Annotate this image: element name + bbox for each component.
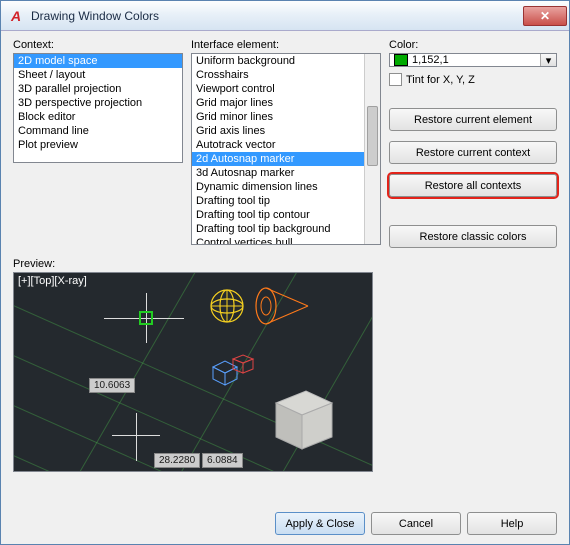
content-area: Context: 2D model space Sheet / layout 3… [1, 31, 569, 545]
tint-checkbox-row[interactable]: Tint for X, Y, Z [389, 73, 557, 86]
dimension-value: 28.2280 [154, 453, 200, 468]
button-label: Restore current context [416, 147, 530, 159]
button-label: Restore all contexts [425, 180, 522, 192]
cancel-button[interactable]: Cancel [371, 512, 461, 535]
dialog-footer: Apply & Close Cancel Help [275, 512, 557, 535]
wireframe-sphere-icon [209, 288, 245, 324]
list-item[interactable]: Grid major lines [192, 96, 380, 110]
list-item[interactable]: 3D parallel projection [14, 82, 182, 96]
tint-checkbox[interactable] [389, 73, 402, 86]
list-item[interactable]: 3D perspective projection [14, 96, 182, 110]
button-label: Restore classic colors [420, 231, 527, 243]
wireframe-boxes-icon [209, 353, 259, 389]
crosshair [136, 413, 137, 461]
list-item[interactable]: Control vertices hull [192, 236, 380, 245]
chevron-down-icon[interactable]: ▾ [540, 54, 556, 66]
dimension-value: 10.6063 [89, 378, 135, 393]
scrollbar-thumb[interactable] [367, 106, 378, 166]
tint-label: Tint for X, Y, Z [406, 74, 475, 86]
context-listbox[interactable]: 2D model space Sheet / layout 3D paralle… [13, 53, 183, 163]
preview-label: Preview: [13, 258, 557, 270]
list-item[interactable]: Sheet / layout [14, 68, 182, 82]
solid-cube-icon [266, 381, 336, 451]
color-dropdown[interactable]: 1,152,1 ▾ [389, 53, 557, 67]
list-item[interactable]: Drafting tool tip contour [192, 208, 380, 222]
help-button[interactable]: Help [467, 512, 557, 535]
button-label: Cancel [399, 518, 433, 530]
interface-label: Interface element: [191, 39, 381, 51]
app-logo-icon: A [7, 7, 25, 25]
list-item[interactable]: 3d Autosnap marker [192, 166, 380, 180]
restore-element-button[interactable]: Restore current element [389, 108, 557, 131]
titlebar: A Drawing Window Colors ✕ [1, 1, 569, 31]
list-item[interactable]: Uniform background [192, 54, 380, 68]
list-item[interactable]: Autotrack vector [192, 138, 380, 152]
button-label: Restore current element [414, 114, 532, 126]
list-item[interactable]: 2D model space [14, 54, 182, 68]
color-value: 1,152,1 [412, 54, 449, 66]
color-swatch-icon [394, 54, 408, 66]
apply-close-button[interactable]: Apply & Close [275, 512, 365, 535]
button-label: Apply & Close [285, 518, 354, 530]
restore-all-button[interactable]: Restore all contexts [389, 174, 557, 197]
color-label: Color: [389, 39, 557, 51]
list-item[interactable]: Block editor [14, 110, 182, 124]
viewport-control-label: [+][Top][X-ray] [18, 275, 87, 287]
list-item[interactable]: Drafting tool tip [192, 194, 380, 208]
context-label: Context: [13, 39, 183, 51]
list-item[interactable]: Dynamic dimension lines [192, 180, 380, 194]
wireframe-cone-icon [254, 285, 310, 327]
list-item[interactable]: Crosshairs [192, 68, 380, 82]
interface-listbox[interactable]: Uniform background Crosshairs Viewport c… [191, 53, 381, 245]
list-item[interactable]: Viewport control [192, 82, 380, 96]
list-item[interactable]: Drafting tool tip background [192, 222, 380, 236]
button-label: Help [501, 518, 524, 530]
list-item[interactable]: Plot preview [14, 138, 182, 152]
preview-panel: [+][Top][X-ray] 10.6063 28.2280 6.0884 [13, 272, 373, 472]
window-title: Drawing Window Colors [31, 9, 523, 23]
list-item[interactable]: Grid axis lines [192, 124, 380, 138]
scrollbar[interactable] [364, 54, 380, 244]
close-button[interactable]: ✕ [523, 6, 567, 26]
list-item[interactable]: Command line [14, 124, 182, 138]
autosnap-marker-icon [139, 311, 153, 325]
dialog-window: A Drawing Window Colors ✕ Context: 2D mo… [0, 0, 570, 545]
restore-classic-button[interactable]: Restore classic colors [389, 225, 557, 248]
dimension-value: 6.0884 [202, 453, 243, 468]
list-item[interactable]: 2d Autosnap marker [192, 152, 380, 166]
list-item[interactable]: Grid minor lines [192, 110, 380, 124]
restore-context-button[interactable]: Restore current context [389, 141, 557, 164]
